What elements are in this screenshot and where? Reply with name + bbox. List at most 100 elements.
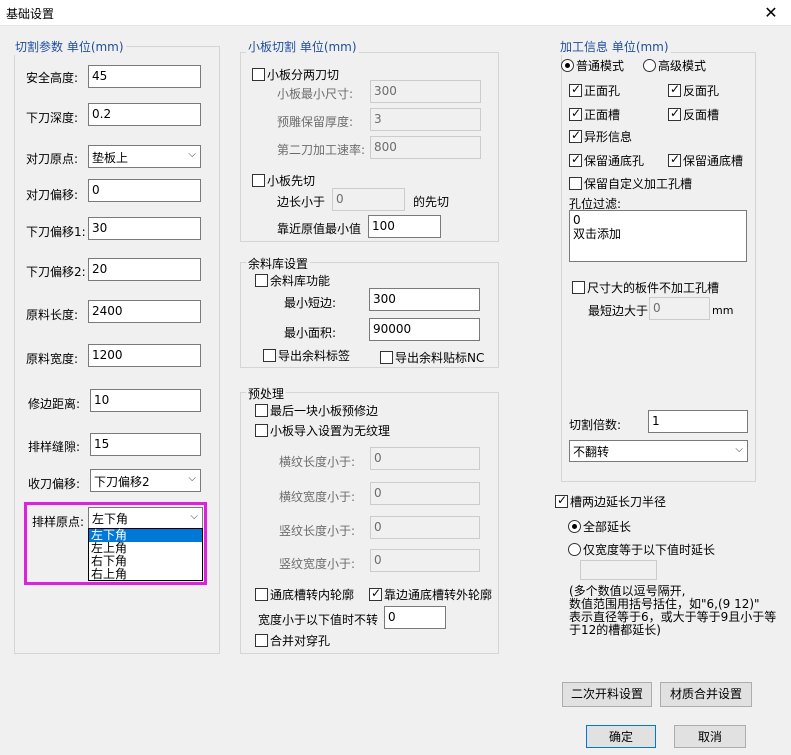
- width-less-input[interactable]: 0: [384, 606, 446, 629]
- min-area-label: 最小面积:: [284, 326, 337, 340]
- v-len-input[interactable]: 0: [370, 516, 480, 539]
- tool-offset-input[interactable]: 0: [88, 179, 201, 202]
- shortest-input[interactable]: 0: [649, 297, 710, 320]
- edge-suffix-label: 的先切: [413, 195, 450, 209]
- speed-input[interactable]: 800: [370, 136, 481, 159]
- near-origin-input[interactable]: 100: [368, 215, 441, 238]
- export-label-checkbox[interactable]: 导出余料标签: [263, 347, 350, 364]
- h-len-input[interactable]: 0: [370, 447, 480, 470]
- tool-origin-select[interactable]: 垫板上 ⌵: [88, 145, 201, 168]
- shaped-checkbox[interactable]: 异形信息: [569, 128, 632, 145]
- layout-origin-select[interactable]: 左下角 ⌵: [88, 507, 203, 529]
- flip-select[interactable]: 不翻转 ⌵: [569, 440, 748, 462]
- mode-normal-label: 普通模式: [576, 59, 625, 73]
- small-board-legend: 小板切割 单位(mm): [246, 38, 359, 55]
- flip-value: 不翻转: [573, 445, 610, 459]
- split-two-label: 小板分两刀切: [267, 68, 340, 82]
- v-wid-input[interactable]: 0: [370, 549, 480, 572]
- raw-width-input[interactable]: 1200: [88, 344, 201, 367]
- checkbox-icon: [263, 349, 276, 362]
- back-slot-label: 反面槽: [683, 108, 720, 122]
- ok-button[interactable]: 确定: [586, 725, 656, 748]
- retract-offset-value: 下刀偏移2: [94, 475, 150, 489]
- min-size-input[interactable]: 300: [370, 80, 481, 103]
- cut-depth-label: 下刀深度:: [26, 111, 79, 125]
- cut-depth-input[interactable]: 0.2: [88, 103, 201, 126]
- origin-option-top-right[interactable]: 右上角: [89, 568, 202, 581]
- tool-offset-label: 对刀偏移:: [26, 188, 79, 202]
- min-area-input[interactable]: 90000: [369, 318, 480, 341]
- cut-params-legend: 切割参数 单位(mm): [13, 38, 126, 55]
- width-less-label: 宽度小于以下值时不转: [258, 613, 379, 627]
- retract-offset-select[interactable]: 下刀偏移2 ⌵: [90, 469, 201, 492]
- title-bar: [0, 0, 791, 26]
- reserve-input[interactable]: 3: [370, 108, 481, 131]
- extend-width-radio[interactable]: 仅宽度等于以下值时延长: [568, 541, 715, 558]
- checkbox-checked-icon: [569, 106, 582, 121]
- remnant-enable-label: 余料库功能: [270, 274, 331, 288]
- checkbox-icon: [252, 174, 265, 187]
- oversize-checkbox[interactable]: 尺寸大的板件不加工孔槽: [572, 279, 719, 296]
- chevron-down-icon: ⌵: [735, 444, 743, 455]
- merge-holes-checkbox[interactable]: 合并对穿孔: [255, 632, 330, 649]
- chevron-down-icon: ⌵: [190, 511, 198, 522]
- checkbox-checked-icon: [668, 152, 681, 167]
- front-hole-label: 正面孔: [584, 84, 621, 98]
- layout-gap-input[interactable]: 15: [90, 433, 201, 456]
- material-merge-button[interactable]: 材质合并设置: [660, 682, 752, 707]
- trim-distance-input[interactable]: 10: [90, 389, 201, 412]
- cut-offset2-input[interactable]: 20: [88, 258, 201, 281]
- no-texture-label: 小板导入设置为无纹理: [270, 424, 391, 438]
- near-origin-label: 靠近原值最小值: [277, 222, 362, 236]
- raw-length-input[interactable]: 2400: [88, 300, 201, 323]
- extend-all-radio[interactable]: 全部延长: [568, 518, 631, 535]
- mode-normal-radio[interactable]: 普通模式: [561, 57, 624, 74]
- checkbox-icon: [255, 424, 268, 437]
- multiple-input[interactable]: 1: [648, 410, 748, 433]
- v-len-label: 竖纹长度小于:: [279, 524, 356, 538]
- hole-filter-textarea[interactable]: 0 双击添加: [569, 210, 747, 262]
- remnant-enable-checkbox[interactable]: 余料库功能: [255, 272, 330, 289]
- front-hole-checkbox[interactable]: 正面孔: [569, 82, 620, 99]
- last-trim-checkbox[interactable]: 最后一块小板预修边: [255, 402, 378, 419]
- keep-through-slot-label: 保留通底槽: [683, 154, 744, 168]
- keep-through-hole-label: 保留通底孔: [584, 154, 645, 168]
- cut-first-checkbox[interactable]: 小板先切: [252, 172, 315, 189]
- export-nc-checkbox[interactable]: 导出余料贴标NC: [380, 349, 484, 366]
- no-texture-checkbox[interactable]: 小板导入设置为无纹理: [255, 422, 390, 439]
- keep-through-hole-checkbox[interactable]: 保留通底孔: [569, 152, 644, 169]
- last-trim-label: 最后一块小板预修边: [270, 404, 379, 418]
- cancel-button[interactable]: 取消: [674, 725, 746, 748]
- chevron-down-icon: ⌵: [188, 473, 196, 484]
- slot-inner-checkbox[interactable]: 通底槽转内轮廓: [255, 586, 354, 603]
- checkbox-icon: [572, 281, 585, 294]
- note-line: 于12的槽都延长): [569, 623, 661, 637]
- keep-through-slot-checkbox[interactable]: 保留通底槽: [668, 152, 743, 169]
- chevron-down-icon: ⌵: [188, 149, 196, 160]
- close-icon[interactable]: ✕: [759, 2, 783, 24]
- back-hole-label: 反面孔: [683, 84, 720, 98]
- edge-less-label: 边长小于: [277, 195, 326, 209]
- extend-width-input[interactable]: [580, 560, 657, 580]
- cut-first-label: 小板先切: [267, 174, 316, 188]
- keep-custom-checkbox[interactable]: 保留自定义加工孔槽: [569, 175, 692, 192]
- safe-height-input[interactable]: 45: [88, 65, 201, 88]
- back-slot-checkbox[interactable]: 反面槽: [668, 106, 719, 123]
- export-label-text: 导出余料标签: [278, 349, 351, 363]
- slot-outer-checkbox[interactable]: 靠边通底槽转外轮廓: [369, 586, 492, 603]
- min-size-label: 小板最小尺寸:: [277, 87, 354, 101]
- secondary-cut-button[interactable]: 二次开料设置: [562, 682, 652, 707]
- shortest-unit: mm: [712, 304, 734, 317]
- h-wid-input[interactable]: 0: [370, 482, 480, 505]
- min-short-input[interactable]: 300: [369, 288, 480, 311]
- mode-advanced-radio[interactable]: 高级模式: [643, 57, 706, 74]
- raw-width-label: 原料宽度:: [26, 352, 79, 366]
- cut-offset1-input[interactable]: 30: [88, 217, 201, 240]
- back-hole-checkbox[interactable]: 反面孔: [668, 82, 719, 99]
- preprocess-legend: 预处理: [246, 385, 287, 402]
- front-slot-checkbox[interactable]: 正面槽: [569, 106, 620, 123]
- split-two-checkbox[interactable]: 小板分两刀切: [252, 66, 339, 83]
- edge-value-input[interactable]: 0: [332, 188, 405, 211]
- slot-extend-checkbox[interactable]: 槽两边延长刀半径: [555, 493, 666, 510]
- slot-extend-note: (多个数值以逗号隔开, 数值范围用括号括住，如"6,(9 12)" 表示直径等于…: [569, 585, 784, 637]
